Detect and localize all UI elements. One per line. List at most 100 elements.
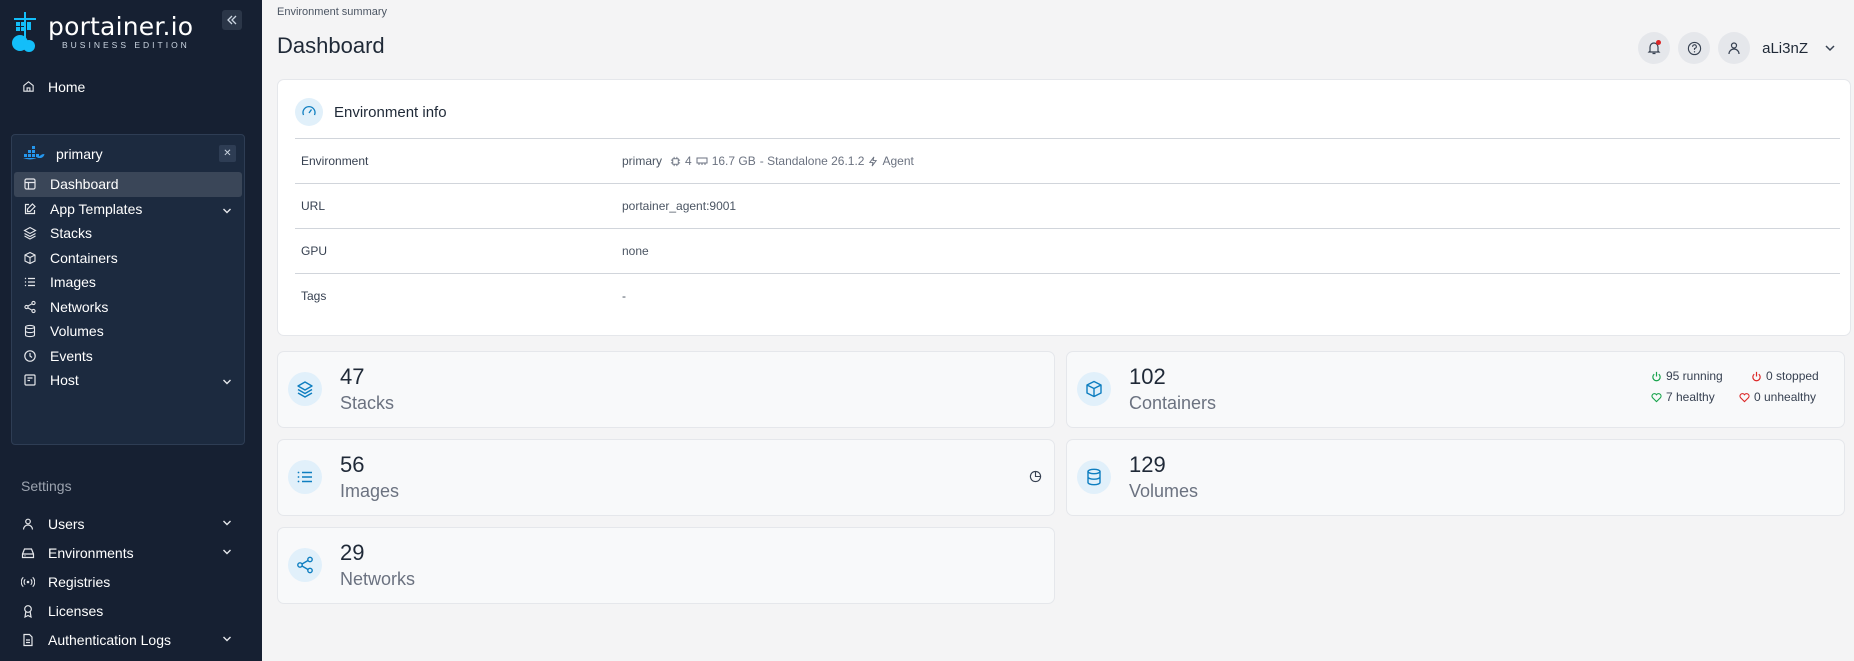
main-content: Environment summary Dashboard aLi3nZ Env… <box>262 0 1854 661</box>
help-circle-icon <box>1687 41 1701 55</box>
pie-chart-icon <box>1029 470 1042 483</box>
user-menu-name[interactable]: aLi3nZ <box>1762 40 1808 57</box>
sidebar-item-label: Volumes <box>50 323 104 340</box>
environment-header[interactable]: primary ✕ <box>12 135 244 172</box>
sidebar-item-label: Dashboard <box>50 176 119 193</box>
tags-value: - <box>622 289 626 303</box>
home-icon <box>21 80 35 94</box>
sidebar-item-images[interactable]: Images <box>12 270 244 295</box>
close-environment-button[interactable]: ✕ <box>219 145 236 162</box>
notifications-button[interactable] <box>1638 32 1671 64</box>
file-icon <box>21 633 35 647</box>
agent-label: Agent <box>882 154 914 168</box>
containers-unhealthy: 0 unhealthy <box>1739 390 1816 404</box>
volumes-label: Volumes <box>1129 481 1199 501</box>
environment-info-table: Environment primary 4 16.7 GB - Standalo… <box>295 138 1840 318</box>
sidebar-item-app-templates[interactable]: App Templates <box>12 197 244 222</box>
chevron-down-icon[interactable] <box>1824 42 1836 54</box>
sidebar-item-environments[interactable]: Environments <box>0 538 262 567</box>
sidebar-item-registries[interactable]: Registries <box>0 567 262 596</box>
memory-size: 16.7 GB <box>711 154 756 168</box>
sidebar-item-label: Events <box>50 347 93 364</box>
radio-icon <box>21 575 35 589</box>
volumes-count: 129 <box>1129 452 1166 477</box>
images-label: Images <box>340 481 400 501</box>
sidebar-item-label: App Templates <box>50 200 143 217</box>
zap-icon <box>869 156 878 166</box>
environment-info-title: Environment info <box>334 103 447 121</box>
power-icon <box>1752 371 1761 381</box>
user-icon <box>1728 42 1740 55</box>
sidebar-item-host[interactable]: Host <box>12 368 244 393</box>
chevron-down-icon <box>223 379 231 385</box>
hdd-icon <box>21 546 35 560</box>
sidebar-item-label: Stacks <box>50 225 93 242</box>
chevron-down-icon <box>223 520 231 526</box>
sidebar-item-label: Authentication Logs <box>48 631 171 648</box>
share-icon <box>288 548 322 582</box>
database-icon <box>1077 460 1111 494</box>
sidebar-item-dashboard[interactable]: Dashboard <box>14 172 242 197</box>
help-button[interactable] <box>1678 32 1711 64</box>
environment-panel: primary ✕ Dashboard App Templates Stacks Co… <box>11 134 245 445</box>
sidebar: portainer.io BUSINESS EDITION Home prima… <box>0 0 262 661</box>
brand-edition: BUSINESS EDITION <box>62 40 190 50</box>
sidebar-item-label: Licenses <box>48 602 104 619</box>
award-icon <box>21 604 35 618</box>
heart-icon <box>1739 392 1750 402</box>
sidebar-item-authentication-logs[interactable]: Authentication Logs <box>0 625 262 654</box>
chevron-down-icon <box>223 549 231 555</box>
sidebar-item-label: Home <box>48 78 86 95</box>
sidebar-item-networks[interactable]: Networks <box>12 295 244 320</box>
containers-card[interactable]: 102 Containers 95 running 0 stopped 7 he… <box>1066 351 1845 428</box>
dashboard-icon <box>23 177 37 191</box>
sidebar-item-licenses[interactable]: Licenses <box>0 596 262 625</box>
brand-name: portainer.io <box>48 12 194 41</box>
header-actions: aLi3nZ <box>1638 32 1836 64</box>
sidebar-item-label: Networks <box>50 298 109 315</box>
host-icon <box>23 373 37 387</box>
stacks-label: Stacks <box>340 393 395 413</box>
layers-icon <box>23 226 37 240</box>
sidebar-item-events[interactable]: Events <box>12 344 244 369</box>
layers-icon <box>288 372 322 406</box>
containers-count: 102 <box>1129 364 1166 389</box>
chevrons-left-icon <box>227 15 237 25</box>
list-icon <box>288 460 322 494</box>
sidebar-item-label: Images <box>50 274 96 291</box>
stacks-count: 47 <box>340 364 365 389</box>
sidebar-item-stacks[interactable]: Stacks <box>12 221 244 246</box>
images-card[interactable]: 56 Images <box>277 439 1055 516</box>
page-title: Dashboard <box>277 33 385 58</box>
environment-info-card: Environment info Environment primary 4 1… <box>277 79 1851 336</box>
user-avatar[interactable] <box>1718 32 1751 64</box>
sidebar-item-label: Environments <box>48 544 134 561</box>
user-icon <box>21 517 35 531</box>
sidebar-item-containers[interactable]: Containers <box>12 246 244 271</box>
clock-icon <box>23 349 37 363</box>
gauge-icon <box>295 98 323 126</box>
networks-count: 29 <box>340 540 365 565</box>
networks-label: Networks <box>340 569 416 589</box>
sidebar-item-volumes[interactable]: Volumes <box>12 319 244 344</box>
stacks-card[interactable]: 47 Stacks <box>277 351 1055 428</box>
volumes-card[interactable]: 129 Volumes <box>1066 439 1845 516</box>
environment-name: primary <box>56 145 103 162</box>
list-icon <box>23 275 37 289</box>
sidebar-item-home[interactable]: Home <box>0 72 262 101</box>
brand-logo[interactable]: portainer.io BUSINESS EDITION <box>0 0 262 56</box>
docker-icon <box>23 145 45 159</box>
sidebar-item-label: Users <box>48 515 85 532</box>
sidebar-item-users[interactable]: Users <box>0 509 262 538</box>
share-icon <box>23 300 37 314</box>
info-row-environment: Environment primary 4 16.7 GB - Standalo… <box>295 138 1840 183</box>
collapse-sidebar-button[interactable] <box>222 10 242 30</box>
breadcrumb: Environment summary <box>277 6 388 18</box>
gpu-value: none <box>622 244 649 258</box>
containers-healthy: 7 healthy <box>1651 390 1715 404</box>
url-value: portainer_agent:9001 <box>622 199 737 213</box>
chevron-down-icon <box>223 208 231 213</box>
heart-icon <box>1651 392 1662 402</box>
networks-card[interactable]: 29 Networks <box>277 527 1055 604</box>
edit-icon <box>23 202 37 216</box>
